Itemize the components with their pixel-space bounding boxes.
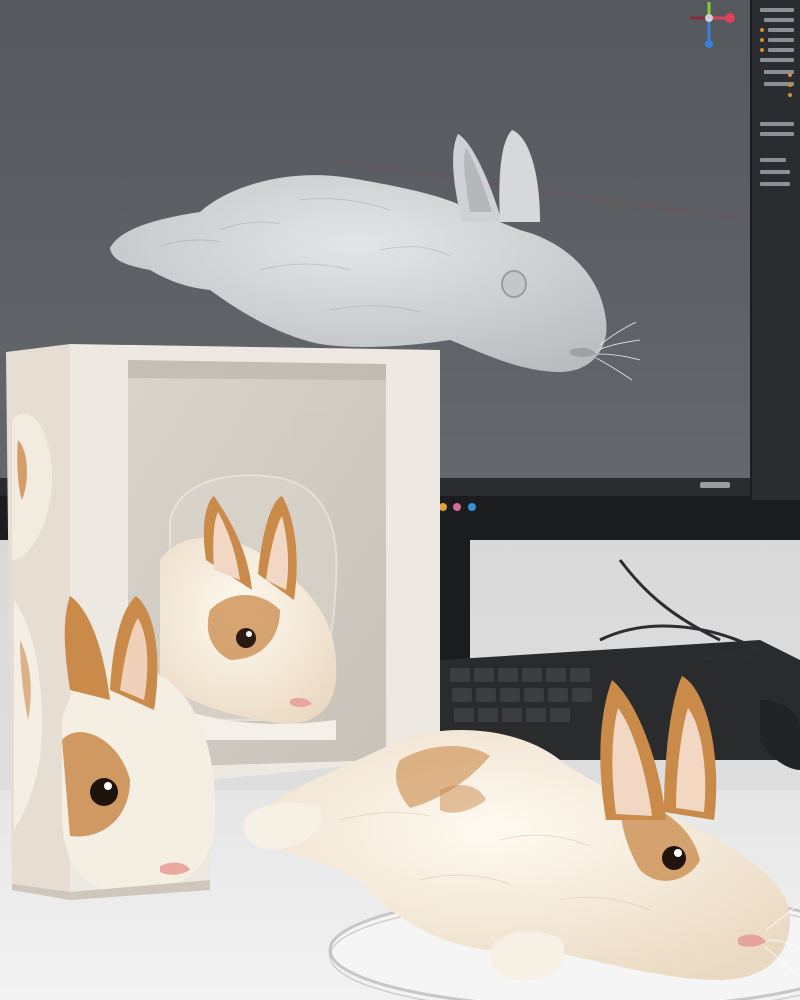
photo-scene [0, 0, 800, 1000]
scene-illustration [0, 0, 800, 1000]
taskbar-icons [439, 503, 476, 511]
outliner-panel [752, 0, 800, 500]
monitor-stand [440, 540, 470, 670]
